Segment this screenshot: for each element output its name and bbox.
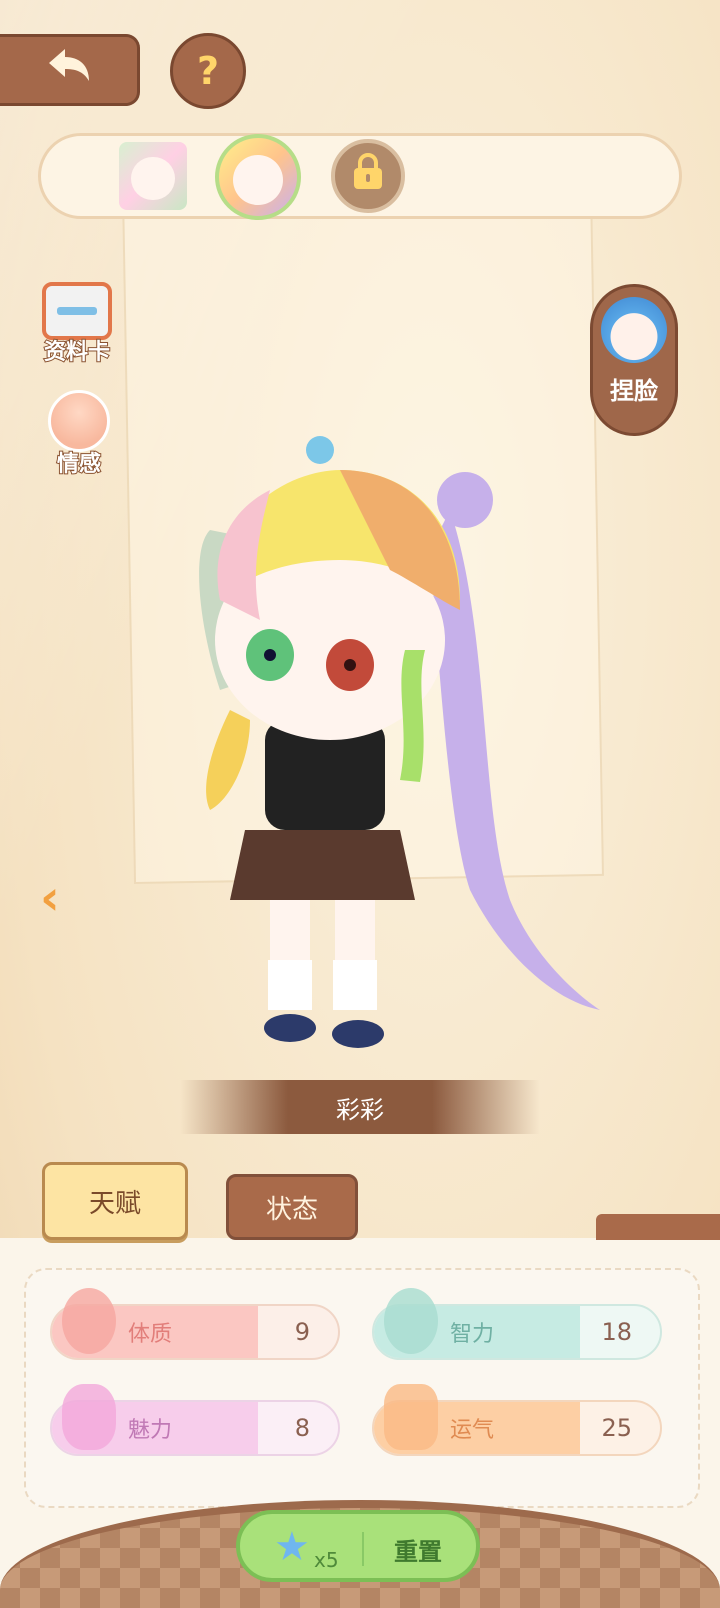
reset-count: x5 [314, 1548, 339, 1572]
tab-talent[interactable]: 天赋 [42, 1162, 188, 1240]
back-arrow-icon [45, 45, 93, 95]
tab-status[interactable]: 状态 [226, 1174, 358, 1240]
reset-button[interactable]: ★ x5 重置 [236, 1510, 480, 1582]
back-button[interactable] [0, 34, 140, 106]
body-icon [62, 1288, 116, 1354]
character-figure [199, 436, 600, 1048]
tab-talent-label: 天赋 [88, 1188, 141, 1219]
character-slot-2-selected[interactable] [215, 134, 301, 220]
stat-physique-value: 9 [294, 1318, 310, 1346]
emotion-label: 情感 [56, 451, 102, 478]
character-slot-1[interactable] [119, 142, 187, 210]
stat-intelligence-value: 18 [601, 1318, 632, 1346]
profile-card-button[interactable]: 资料卡 [42, 282, 112, 366]
reset-divider [362, 1532, 364, 1566]
tab-status-label: 状态 [265, 1194, 318, 1225]
blue-star-icon: ★ [274, 1524, 310, 1570]
stat-intelligence: 智力 18 [372, 1288, 662, 1360]
character-name: 彩彩 [336, 1095, 384, 1124]
stat-charm: 魅力 8 [50, 1384, 340, 1456]
stat-luck-label: 运气 [450, 1418, 495, 1443]
lock-icon [351, 152, 385, 200]
panel-edge-decoration [596, 1214, 720, 1240]
brain-icon [384, 1288, 438, 1354]
emotion-figure-icon [48, 390, 110, 452]
stat-intelligence-label: 智力 [450, 1322, 495, 1347]
heart-icon [62, 1384, 116, 1450]
stat-charm-label: 魅力 [128, 1418, 173, 1443]
profile-card-label: 资料卡 [43, 339, 111, 366]
previous-arrow-icon[interactable]: ‹ [40, 870, 60, 926]
character-selector [38, 133, 682, 220]
face-edit-button[interactable]: 捏脸 [590, 284, 678, 436]
face-edit-avatar-icon [601, 297, 667, 363]
help-button[interactable]: ? [170, 33, 246, 109]
stat-charm-value: 8 [294, 1414, 310, 1442]
stat-physique-label: 体质 [128, 1322, 173, 1347]
emotion-button[interactable]: 情感 [48, 390, 110, 478]
id-card-icon [42, 282, 112, 340]
character-slot-locked[interactable] [331, 139, 405, 213]
help-label: ? [196, 49, 220, 93]
stat-luck: 运气 25 [372, 1384, 662, 1456]
reset-label: 重置 [394, 1538, 442, 1566]
star-icon [384, 1384, 438, 1450]
face-edit-label: 捏脸 [610, 377, 658, 405]
character-name-plate: 彩彩 [180, 1080, 540, 1134]
stat-luck-value: 25 [601, 1414, 632, 1442]
stat-physique: 体质 9 [50, 1288, 340, 1360]
